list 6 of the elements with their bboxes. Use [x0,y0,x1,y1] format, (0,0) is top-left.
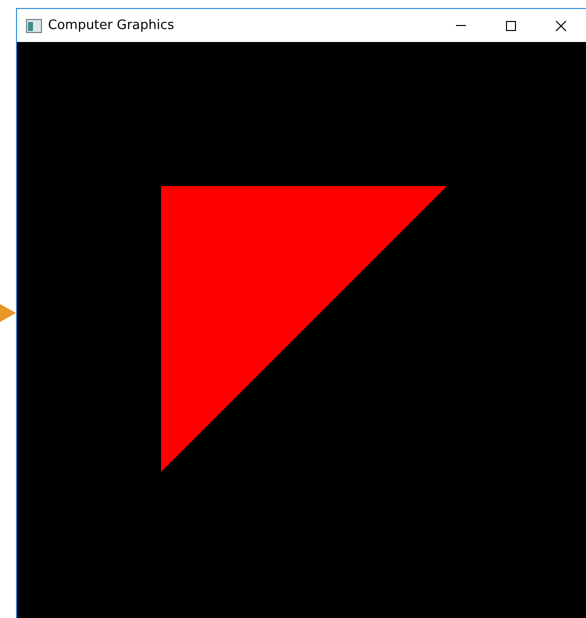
window-title: Computer Graphics [48,18,174,33]
close-icon [555,20,567,32]
app-icon [26,18,42,34]
pointer-icon [0,304,16,322]
minimize-icon [456,25,466,26]
maximize-icon [505,20,517,32]
